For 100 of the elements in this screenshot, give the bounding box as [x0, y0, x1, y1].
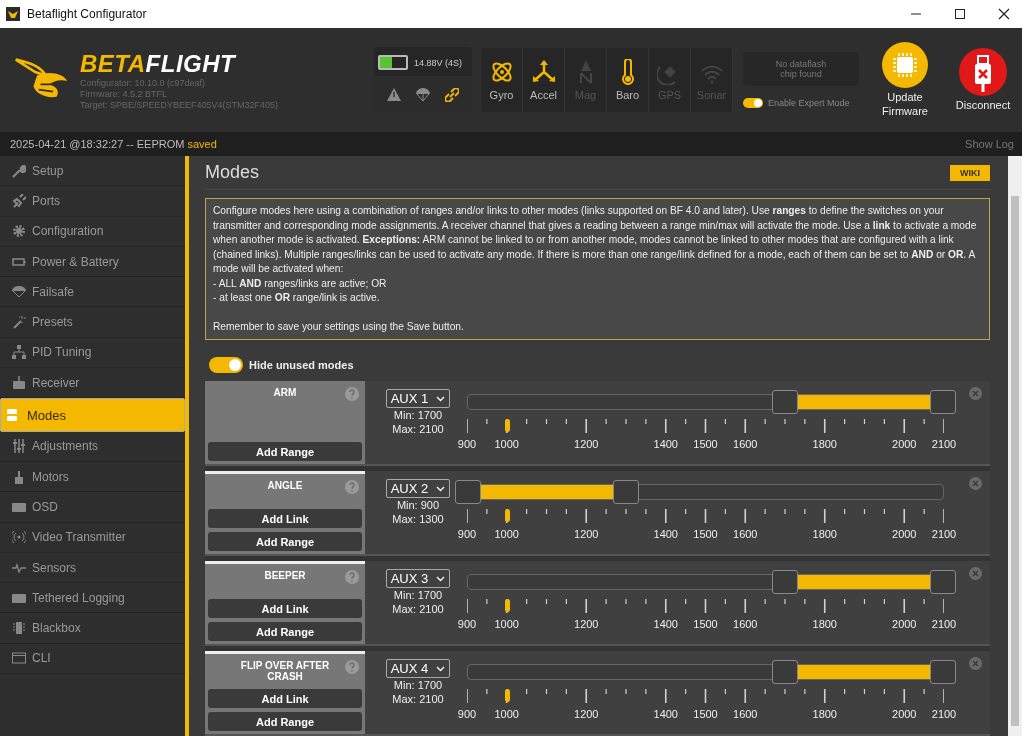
scale-label: 2000 — [892, 708, 917, 720]
help-text: Remember to save your settings using the Save button. — [213, 319, 465, 334]
expert-mode-label: Enable Expert Mode — [768, 98, 850, 108]
add-button[interactable]: Add Link — [208, 509, 362, 528]
add-button[interactable]: Add Link — [208, 689, 362, 708]
status-log: 2025-04-21 @18:32:27 -- EEPROM saved — [10, 138, 217, 150]
sensor-label: Baro — [615, 89, 640, 101]
help-icon[interactable] — [345, 570, 359, 584]
remove-icon[interactable] — [969, 387, 982, 400]
range-max: Max: 2100 — [392, 602, 444, 616]
scale-label: 900 — [457, 528, 477, 540]
gear-icon — [12, 224, 26, 239]
scale-label: 1500 — [693, 618, 718, 630]
update-firmware-button[interactable]: Update Firmware — [873, 42, 937, 118]
scale-label: 1400 — [653, 528, 678, 540]
axes-icon — [530, 59, 557, 85]
scale-label: 2000 — [892, 528, 917, 540]
add-button[interactable]: Add Range — [208, 442, 362, 461]
sidebar-item[interactable]: PID Tuning — [0, 337, 185, 369]
sidebar-item[interactable]: Video Transmitter — [0, 522, 185, 553]
range-max: Max: 2100 — [392, 422, 444, 436]
scale-label: 1600 — [733, 438, 758, 450]
sidebar-item[interactable]: Tethered Logging — [0, 583, 185, 614]
add-button[interactable]: Add Link — [208, 599, 362, 618]
sidebar-item[interactable]: Blackbox — [0, 613, 185, 644]
battery-gauge — [378, 55, 408, 70]
channel-select[interactable]: AUX 2 — [385, 479, 451, 498]
disconnect-button[interactable]: Disconnect — [951, 48, 1015, 112]
scale-label: 2100 — [931, 528, 957, 540]
scale-label: 1200 — [574, 618, 599, 630]
scale-label: 1400 — [653, 708, 678, 720]
sidebar-item[interactable]: Setup — [0, 156, 185, 187]
close-icon[interactable] — [998, 8, 1010, 20]
add-button[interactable]: Add Range — [208, 532, 362, 551]
scale-label: 2000 — [892, 618, 917, 630]
expert-mode-toggle[interactable] — [743, 98, 763, 108]
terminal-icon — [12, 651, 26, 666]
sidebar-item[interactable]: Configuration — [0, 216, 185, 247]
logo-wordmark: BETAFLIGHT — [80, 49, 238, 78]
scale-label: 900 — [457, 708, 477, 720]
chevron-icon — [436, 485, 446, 492]
help-text: Configure modes here using a combination of ranges and/or links to other modes (links supported on BF 4.0 and later). Use ranges to define the switches on your transmitter and corresponding mode assignments. A receiver channel that gives a reading between a range min/max will activate the mode. Use a link to activate a mode when another mode is activated. Exceptions: ARM cannot be linked to or from another mode, modes cannot be linked to other modes that are configured with a link (chained links). Multiple ranges/links can be used to activate any mode. If there is more than one range/link defined for a mode, each of them can be set to AND or OR. A mode will be activated when: — [213, 204, 978, 276]
scale-label: 1000 — [494, 438, 519, 450]
sidebar-item[interactable]: Failsafe — [0, 277, 185, 308]
add-button[interactable]: Add Range — [208, 712, 362, 731]
sidebar-item[interactable]: Ports — [0, 186, 185, 217]
range-max: Max: 1300 — [392, 512, 444, 526]
scale-label: 1800 — [812, 528, 837, 540]
scrollbar-thumb[interactable] — [1011, 196, 1019, 726]
link-icon — [444, 87, 459, 102]
add-button[interactable]: Add Range — [208, 622, 362, 641]
scale-label: 1800 — [812, 438, 837, 450]
chevron-icon — [436, 575, 446, 582]
scale-label: 1000 — [494, 528, 519, 540]
scale-label: 1600 — [733, 528, 758, 540]
sidebar-item[interactable]: Power & Battery — [0, 246, 185, 278]
hierarchy-icon — [12, 345, 26, 360]
mode-name: FLIP OVER AFTER CRASH — [239, 660, 331, 682]
toggle-icon — [5, 408, 19, 422]
scale-label: 900 — [457, 438, 477, 450]
sidebar-item[interactable]: CLI — [0, 643, 185, 675]
wiki-button[interactable]: WIKI — [950, 164, 990, 181]
scale-label: 1800 — [812, 708, 837, 720]
radio-icon — [12, 375, 26, 390]
sidebar-item[interactable]: Motors — [0, 461, 185, 493]
show-log-link[interactable]: Show Log — [965, 138, 1014, 150]
hide-unused-toggle[interactable] — [209, 357, 243, 373]
scale-label: 1200 — [574, 438, 599, 450]
chevron-icon — [436, 665, 446, 672]
box-icon — [12, 621, 26, 636]
sidebar-item[interactable]: OSD — [0, 492, 185, 523]
channel-select[interactable]: AUX 3 — [385, 569, 451, 588]
scale-label: 900 — [457, 618, 477, 630]
remove-icon[interactable] — [969, 567, 982, 580]
scale-label: 1800 — [812, 618, 837, 630]
help-icon[interactable] — [345, 480, 359, 494]
motor-icon — [12, 469, 26, 484]
help-text: - ALL AND ranges/links are active; OR — [213, 276, 388, 291]
scale-label: 1000 — [494, 618, 519, 630]
sidebar-item[interactable]: Presets — [0, 307, 185, 338]
remove-icon[interactable] — [969, 657, 982, 670]
window-title: Betaflight Configurator — [27, 7, 147, 21]
help-icon[interactable] — [345, 387, 359, 401]
scale-label: 1500 — [693, 528, 718, 540]
range-min: Min: 1700 — [393, 408, 443, 422]
channel-select[interactable]: AUX 1 — [385, 389, 451, 408]
sidebar-item[interactable]: Modes — [0, 398, 185, 432]
sidebar-item[interactable]: Adjustments — [0, 431, 185, 462]
remove-icon[interactable] — [969, 477, 982, 490]
channel-select[interactable]: AUX 4 — [385, 659, 451, 678]
scale-label: 2100 — [931, 708, 957, 720]
page-title: Modes — [205, 162, 260, 183]
scale-label: 2000 — [892, 438, 917, 450]
help-icon[interactable] — [345, 660, 359, 674]
scale-label: 2100 — [931, 438, 957, 450]
dataflash-status: No dataflash chip found — [743, 52, 859, 86]
sidebar-item[interactable]: Sensors — [0, 552, 185, 584]
scale-label: 1000 — [494, 708, 519, 720]
maximize-icon[interactable] — [954, 8, 966, 20]
range-min: Min: 1700 — [393, 678, 443, 692]
